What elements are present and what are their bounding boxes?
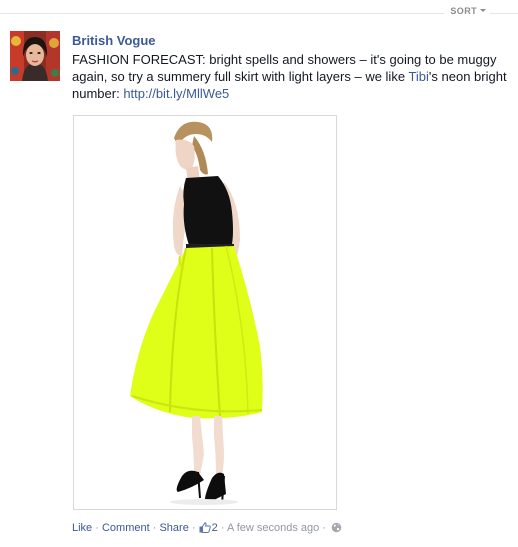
globe-icon[interactable] [331, 522, 342, 536]
facebook-feed: SORT British Vogue FASHION FORECAST: bri… [0, 0, 518, 547]
separator: · [322, 522, 327, 534]
separator: · [220, 522, 225, 534]
sort-bar: SORT [0, 0, 518, 22]
chevron-down-icon [480, 9, 486, 12]
post-actions: Like · Comment · Share · 2 · A few secon… [72, 522, 342, 536]
separator: · [152, 522, 157, 534]
mention-link[interactable]: Tibi [408, 69, 428, 84]
avatar[interactable] [10, 31, 60, 81]
like-count[interactable]: 2 [199, 522, 218, 534]
post-photo[interactable] [73, 115, 337, 510]
url-link[interactable]: http://bit.ly/MllWe5 [123, 86, 229, 101]
thumbs-up-icon [199, 522, 211, 536]
post-author[interactable]: British Vogue [72, 33, 156, 48]
post-message: FASHION FORECAST: bright spells and show… [72, 51, 508, 102]
sort-label: SORT [450, 6, 477, 16]
sort-button[interactable]: SORT [444, 6, 490, 16]
separator: · [95, 522, 99, 534]
like-link[interactable]: Like [72, 522, 92, 534]
like-count-value: 2 [211, 522, 218, 534]
avatar-image [10, 31, 60, 81]
divider [0, 13, 518, 14]
timestamp[interactable]: A few seconds ago [227, 522, 319, 534]
comment-link[interactable]: Comment [102, 522, 150, 534]
separator: · [191, 522, 196, 534]
share-link[interactable]: Share [159, 522, 188, 534]
fashion-photo [74, 116, 336, 509]
